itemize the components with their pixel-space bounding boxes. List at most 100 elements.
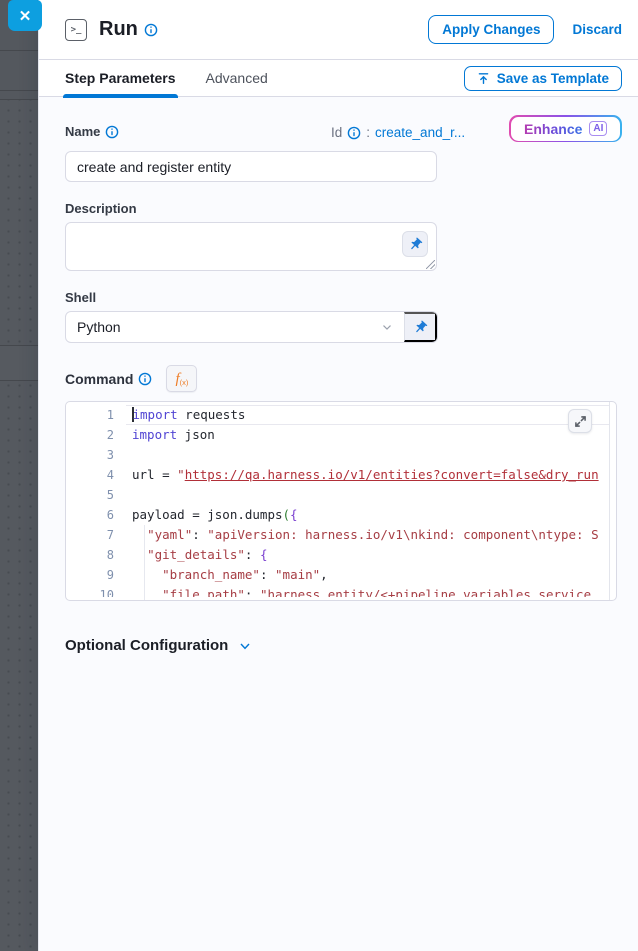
code-line-text: "file_path": "harness_entity/<+pipeline.… xyxy=(114,585,599,597)
code-line-text: url = "https://qa.harness.io/v1/entities… xyxy=(114,465,599,485)
code-line-text: "git_details": { xyxy=(114,545,268,565)
line-number: 4 xyxy=(66,465,114,485)
discard-button[interactable]: Discard xyxy=(572,22,622,37)
code-line[interactable]: 2import json xyxy=(66,425,609,445)
step-id-value[interactable]: create_and_r... xyxy=(375,125,465,140)
command-label-row: Command f(x) xyxy=(65,365,622,392)
chevron-down-icon xyxy=(380,320,394,334)
code-line-text xyxy=(114,485,132,505)
code-token: "branch_name" xyxy=(162,567,260,582)
command-label-group: Command xyxy=(65,371,152,387)
code-token: url = xyxy=(132,467,177,482)
shell-label: Shell xyxy=(65,290,96,305)
line-number: 10 xyxy=(66,585,114,597)
code-line[interactable]: 1 import requests xyxy=(66,405,609,425)
code-line[interactable]: 6payload = json.dumps({ xyxy=(66,505,609,525)
code-token: "main" xyxy=(275,567,320,582)
code-token: json xyxy=(177,427,215,442)
line-number: 6 xyxy=(66,505,114,525)
code-token: "apiVersion: harness.io/v1\nkind: compon… xyxy=(207,527,598,542)
line-number: 9 xyxy=(66,565,114,585)
code-token: : xyxy=(245,587,260,597)
code-token: : xyxy=(245,547,260,562)
name-input[interactable] xyxy=(65,151,437,182)
code-token: "file_path" xyxy=(162,587,245,597)
code-token xyxy=(132,587,162,597)
upload-icon xyxy=(477,72,490,85)
code-line[interactable]: 8 "git_details": { xyxy=(66,545,609,565)
save-as-template-button[interactable]: Save as Template xyxy=(464,66,622,91)
code-token: https://qa.harness.io/v1/entities?conver… xyxy=(185,467,599,482)
code-token: "harness_entity/<+pipeline.variables.ser… xyxy=(260,587,599,597)
line-number: 5 xyxy=(66,485,114,505)
line-number: 7 xyxy=(66,525,114,545)
shell-selected-value: Python xyxy=(77,319,121,335)
code-token: ( xyxy=(283,507,291,522)
step-config-drawer: >_ Run Apply Changes Discard Step Parame… xyxy=(38,0,638,951)
step-id-group: Id : create_and_r... xyxy=(331,125,465,140)
code-token: "git_details" xyxy=(147,547,245,562)
pipeline-canvas-strip xyxy=(0,0,38,951)
code-token: " xyxy=(177,467,185,482)
step-title: Run xyxy=(99,18,138,41)
code-token: import xyxy=(133,407,178,422)
expression-fx-button[interactable]: f(x) xyxy=(166,365,197,392)
resize-handle[interactable] xyxy=(426,260,435,269)
code-line[interactable]: 5 xyxy=(66,485,609,505)
info-icon[interactable] xyxy=(138,372,152,386)
terminal-icon: >_ xyxy=(65,19,87,41)
code-line-text: "yaml": "apiVersion: harness.io/v1\nkind… xyxy=(114,525,599,545)
enhance-inner: Enhance AI xyxy=(511,117,620,141)
code-token: : xyxy=(192,527,207,542)
code-scroll-area[interactable]: 1import requests2import json34url = "htt… xyxy=(66,405,609,597)
header-actions: Apply Changes Discard xyxy=(428,15,622,44)
fx-sub-label: (x) xyxy=(180,379,189,387)
code-token: { xyxy=(290,507,298,522)
canvas-divider xyxy=(0,90,38,91)
code-token: requests xyxy=(178,407,246,422)
minimap-edge xyxy=(609,402,610,600)
save-as-template-label: Save as Template xyxy=(497,71,609,86)
command-code-editor[interactable]: 1import requests2import json34url = "htt… xyxy=(65,401,617,601)
ai-badge: AI xyxy=(589,121,607,136)
code-line[interactable]: 7 "yaml": "apiVersion: harness.io/v1\nki… xyxy=(66,525,609,545)
name-label-group: Name xyxy=(65,124,119,139)
line-number: 1 xyxy=(66,405,114,425)
expand-editor-button[interactable] xyxy=(568,409,592,433)
info-icon[interactable] xyxy=(144,23,158,37)
tab-step-parameters[interactable]: Step Parameters xyxy=(65,60,176,97)
code-line[interactable]: 4url = "https://qa.harness.io/v1/entitie… xyxy=(66,465,609,485)
chevron-down-icon xyxy=(237,638,253,654)
info-icon[interactable] xyxy=(347,126,361,140)
description-runtime-pin-button[interactable] xyxy=(402,231,428,257)
step-parameters-form: Name Id : create_and_r... E xyxy=(39,97,638,654)
drawer-header: >_ Run Apply Changes Discard xyxy=(39,0,638,60)
tab-advanced[interactable]: Advanced xyxy=(206,60,268,97)
enhance-ai-button[interactable]: Enhance AI xyxy=(509,115,622,142)
code-line-text: "branch_name": "main", xyxy=(114,565,328,585)
tab-bar: Step Parameters Advanced Save as Templat… xyxy=(39,60,638,97)
pin-icon xyxy=(408,237,423,252)
close-drawer-button[interactable]: ✕ xyxy=(8,0,42,31)
optional-configuration-toggle[interactable]: Optional Configuration xyxy=(65,637,622,654)
description-wrap xyxy=(65,222,437,271)
canvas-toolbar-strip xyxy=(0,345,38,381)
code-token: "yaml" xyxy=(147,527,192,542)
name-id-row: Name Id : create_and_r... E xyxy=(65,117,622,151)
shell-runtime-pin-button[interactable] xyxy=(404,312,437,342)
info-icon[interactable] xyxy=(105,125,119,139)
code-line[interactable]: 3 xyxy=(66,445,609,465)
indent-guide xyxy=(144,525,145,601)
code-token xyxy=(132,567,162,582)
description-input[interactable] xyxy=(65,222,437,271)
code-line[interactable]: 9 "branch_name": "main", xyxy=(66,565,609,585)
code-line[interactable]: 10 "file_path": "harness_entity/<+pipeli… xyxy=(66,585,609,597)
line-number: 3 xyxy=(66,445,114,465)
canvas-divider xyxy=(0,50,38,51)
close-icon: ✕ xyxy=(19,7,32,25)
code-token: , xyxy=(320,567,328,582)
shell-select[interactable]: Python xyxy=(66,312,404,342)
line-number: 8 xyxy=(66,545,114,565)
line-number: 2 xyxy=(66,425,114,445)
apply-changes-button[interactable]: Apply Changes xyxy=(428,15,554,44)
